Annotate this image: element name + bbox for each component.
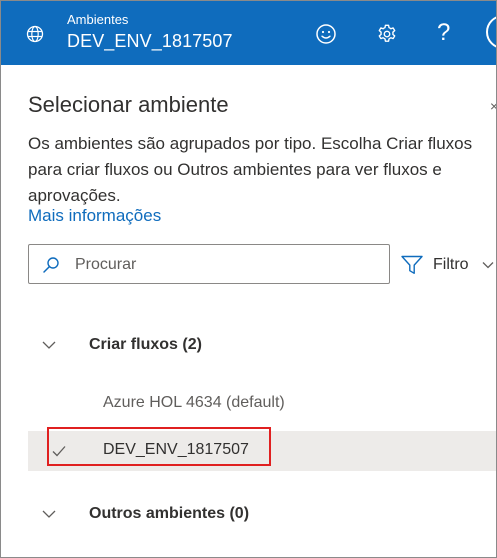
group-label: Criar fluxos (2) (89, 336, 202, 353)
help-icon[interactable]: ? (437, 19, 450, 47)
current-environment-name[interactable]: DEV_ENV_1817507 (67, 31, 233, 52)
group-header-outros-ambientes[interactable]: Outros ambientes (0) (28, 494, 496, 538)
chevron-down-icon (482, 262, 494, 269)
environment-item-dev-env[interactable]: DEV_ENV_1817507 (28, 427, 496, 471)
environment-caption: Ambientes (67, 12, 129, 27)
group-header-criar-fluxos[interactable]: Criar fluxos (2) (28, 325, 496, 369)
search-icon (43, 257, 59, 273)
panel-title: Selecionar ambiente (28, 92, 229, 117)
chevron-down-icon (42, 341, 56, 349)
environment-item-label: DEV_ENV_1817507 (103, 441, 249, 458)
chevron-down-icon (42, 510, 56, 518)
smiley-icon[interactable] (315, 23, 337, 45)
environment-item-azure-hol[interactable]: Azure HOL 4634 (default) (28, 384, 496, 424)
globe-icon (26, 25, 44, 43)
avatar[interactable] (486, 15, 496, 49)
panel-description: Os ambientes são agrupados por tipo. Esc… (28, 134, 473, 205)
close-icon[interactable]: × (490, 98, 496, 114)
environment-item-label: Azure HOL 4634 (default) (103, 394, 285, 411)
more-info-link[interactable]: Mais informações (28, 206, 161, 226)
search-input[interactable]: Procurar (28, 244, 390, 284)
gear-icon[interactable] (376, 23, 398, 45)
search-placeholder: Procurar (75, 256, 137, 273)
top-bar: Ambientes DEV_ENV_1817507 ? (1, 1, 496, 65)
filter-label: Filtro (433, 256, 469, 273)
group-label: Outros ambientes (0) (89, 505, 250, 522)
checkmark-icon (52, 446, 66, 457)
filter-icon (401, 255, 423, 274)
environment-picker-window: Ambientes DEV_ENV_1817507 ? Selecionar a… (0, 0, 497, 558)
